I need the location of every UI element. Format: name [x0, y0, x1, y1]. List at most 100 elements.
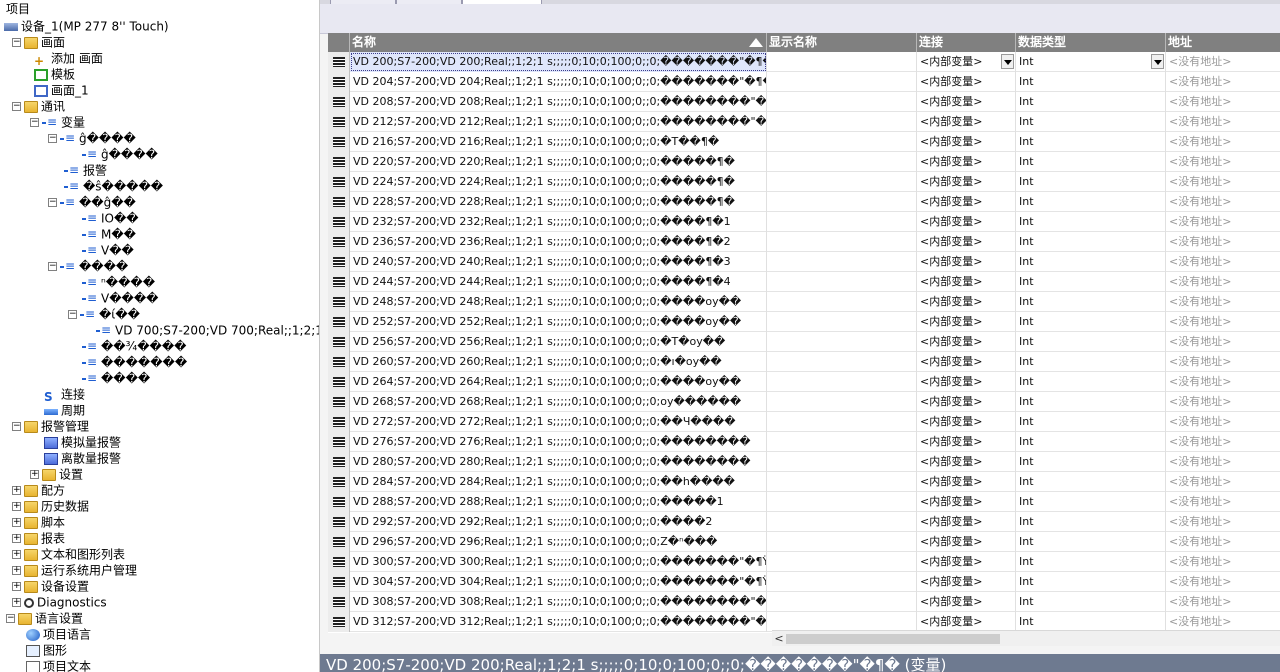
display-name-cell[interactable]: [767, 612, 917, 632]
expand-icon[interactable]: +: [30, 470, 39, 479]
connection-cell[interactable]: <内部变量>: [917, 232, 1016, 252]
data-type-cell[interactable]: Int: [1016, 592, 1166, 612]
tag-name-cell[interactable]: VD 284;S7-200;VD 284;Real;;1;2;1 s;;;;;0…: [350, 472, 767, 492]
tree-node[interactable]: 项目语言: [26, 626, 91, 642]
display-name-cell[interactable]: [767, 492, 917, 512]
expand-icon[interactable]: +: [12, 550, 21, 559]
collapse-icon[interactable]: −: [12, 102, 21, 111]
connection-cell[interactable]: <内部变量>: [917, 512, 1016, 532]
tag-name-cell[interactable]: VD 296;S7-200;VD 296;Real;;1;2;1 s;;;;;0…: [350, 532, 767, 552]
address-cell[interactable]: <没有地址>: [1166, 112, 1280, 132]
display-name-cell[interactable]: [767, 472, 917, 492]
connection-cell[interactable]: <内部变量>: [917, 352, 1016, 372]
connection-cell[interactable]: <内部变量>: [917, 192, 1016, 212]
row-header[interactable]: [328, 472, 350, 492]
data-type-cell[interactable]: Int: [1016, 52, 1166, 72]
tree-node[interactable]: + 历史数据: [12, 498, 89, 514]
row-header[interactable]: [328, 272, 350, 292]
connection-cell[interactable]: <内部变量>: [917, 132, 1016, 152]
address-cell[interactable]: <没有地址>: [1166, 532, 1280, 552]
tree-node[interactable]: + 文本和图形列表: [12, 546, 125, 562]
tag-name-cell[interactable]: VD 200;S7-200;VD 200;Real;;1;2;1 s;;;;;0…: [350, 52, 767, 72]
row-header[interactable]: [328, 192, 350, 212]
tree-node[interactable]: − �ί��: [68, 306, 140, 322]
table-row[interactable]: VD 252;S7-200;VD 252;Real;;1;2;1 s;;;;;0…: [328, 312, 1280, 332]
tag-name-cell[interactable]: VD 256;S7-200;VD 256;Real;;1;2;1 s;;;;;0…: [350, 332, 767, 352]
tree-node[interactable]: V����: [82, 290, 158, 306]
connection-cell[interactable]: <内部变量>: [917, 332, 1016, 352]
row-header[interactable]: [328, 332, 350, 352]
connection-cell[interactable]: <内部变量>: [917, 72, 1016, 92]
address-cell[interactable]: <没有地址>: [1166, 232, 1280, 252]
connection-cell[interactable]: <内部变量>: [917, 492, 1016, 512]
display-name-cell[interactable]: [767, 332, 917, 352]
display-name-cell[interactable]: [767, 392, 917, 412]
connection-cell[interactable]: <内部变量>: [917, 412, 1016, 432]
row-header[interactable]: [328, 152, 350, 172]
table-row[interactable]: VD 256;S7-200;VD 256;Real;;1;2;1 s;;;;;0…: [328, 332, 1280, 352]
row-header[interactable]: [328, 612, 350, 632]
display-name-cell[interactable]: [767, 212, 917, 232]
tree-node[interactable]: + 添加 画面: [34, 50, 103, 68]
connection-cell[interactable]: <内部变量>: [917, 312, 1016, 332]
tree-node[interactable]: + 报表: [12, 530, 65, 546]
display-name-cell[interactable]: [767, 352, 917, 372]
collapse-icon[interactable]: −: [30, 118, 39, 127]
row-header[interactable]: [328, 172, 350, 192]
display-name-cell[interactable]: [767, 132, 917, 152]
row-header[interactable]: [328, 92, 350, 112]
expand-icon[interactable]: +: [12, 518, 21, 527]
connection-cell[interactable]: <内部变量>: [917, 292, 1016, 312]
display-name-cell[interactable]: [767, 372, 917, 392]
data-type-cell[interactable]: Int: [1016, 252, 1166, 272]
data-type-cell[interactable]: Int: [1016, 612, 1166, 632]
data-type-cell[interactable]: Int: [1016, 312, 1166, 332]
address-cell[interactable]: <没有地址>: [1166, 572, 1280, 592]
display-name-cell[interactable]: [767, 412, 917, 432]
row-header[interactable]: [328, 112, 350, 132]
display-name-cell[interactable]: [767, 552, 917, 572]
expand-icon[interactable]: +: [12, 582, 21, 591]
connection-cell[interactable]: <内部变量>: [917, 612, 1016, 632]
display-name-cell[interactable]: [767, 272, 917, 292]
address-cell[interactable]: <没有地址>: [1166, 452, 1280, 472]
tag-name-cell[interactable]: VD 268;S7-200;VD 268;Real;;1;2;1 s;;;;;0…: [350, 392, 767, 412]
connection-cell[interactable]: <内部变量>: [917, 592, 1016, 612]
tag-name-cell[interactable]: VD 220;S7-200;VD 220;Real;;1;2;1 s;;;;;0…: [350, 152, 767, 172]
tree-node[interactable]: − ��ĝ��: [48, 194, 136, 210]
display-name-cell[interactable]: [767, 592, 917, 612]
connection-cell[interactable]: <内部变量>: [917, 452, 1016, 472]
dropdown-arrow-icon[interactable]: [1001, 54, 1014, 69]
address-cell[interactable]: <没有地址>: [1166, 592, 1280, 612]
collapse-icon[interactable]: −: [12, 422, 21, 431]
data-type-cell[interactable]: Int: [1016, 492, 1166, 512]
display-name-cell[interactable]: [767, 232, 917, 252]
table-row[interactable]: VD 284;S7-200;VD 284;Real;;1;2;1 s;;;;;0…: [328, 472, 1280, 492]
address-cell[interactable]: <没有地址>: [1166, 432, 1280, 452]
tree-node[interactable]: ĝ����: [82, 146, 158, 162]
tree-node[interactable]: �������: [82, 354, 187, 370]
data-type-cell[interactable]: Int: [1016, 272, 1166, 292]
address-cell[interactable]: <没有地址>: [1166, 392, 1280, 412]
column-header-display-name[interactable]: 显示名称: [767, 33, 917, 52]
tag-name-cell[interactable]: VD 224;S7-200;VD 224;Real;;1;2;1 s;;;;;0…: [350, 172, 767, 192]
collapse-icon[interactable]: −: [48, 198, 57, 207]
tree-node[interactable]: − 通讯: [12, 98, 65, 114]
connection-cell[interactable]: <内部变量>: [917, 472, 1016, 492]
tag-name-cell[interactable]: VD 300;S7-200;VD 300;Real;;1;2;1 s;;;;;0…: [350, 552, 767, 572]
tree-node[interactable]: 画面_1: [34, 82, 89, 98]
expand-icon[interactable]: +: [12, 502, 21, 511]
tree-node[interactable]: ��¾����: [82, 338, 186, 354]
address-cell[interactable]: <没有地址>: [1166, 172, 1280, 192]
display-name-cell[interactable]: [767, 112, 917, 132]
column-header-connection[interactable]: 连接: [917, 33, 1016, 52]
expand-icon[interactable]: +: [12, 598, 21, 607]
tag-name-cell[interactable]: VD 260;S7-200;VD 260;Real;;1;2;1 s;;;;;0…: [350, 352, 767, 372]
table-row[interactable]: VD 308;S7-200;VD 308;Real;;1;2;1 s;;;;;0…: [328, 592, 1280, 612]
table-row[interactable]: VD 224;S7-200;VD 224;Real;;1;2;1 s;;;;;0…: [328, 172, 1280, 192]
table-row[interactable]: VD 228;S7-200;VD 228;Real;;1;2;1 s;;;;;0…: [328, 192, 1280, 212]
tree-node[interactable]: IO��: [82, 210, 139, 226]
table-row[interactable]: VD 292;S7-200;VD 292;Real;;1;2;1 s;;;;;0…: [328, 512, 1280, 532]
tree-node[interactable]: − 画面: [12, 34, 65, 50]
display-name-cell[interactable]: [767, 152, 917, 172]
